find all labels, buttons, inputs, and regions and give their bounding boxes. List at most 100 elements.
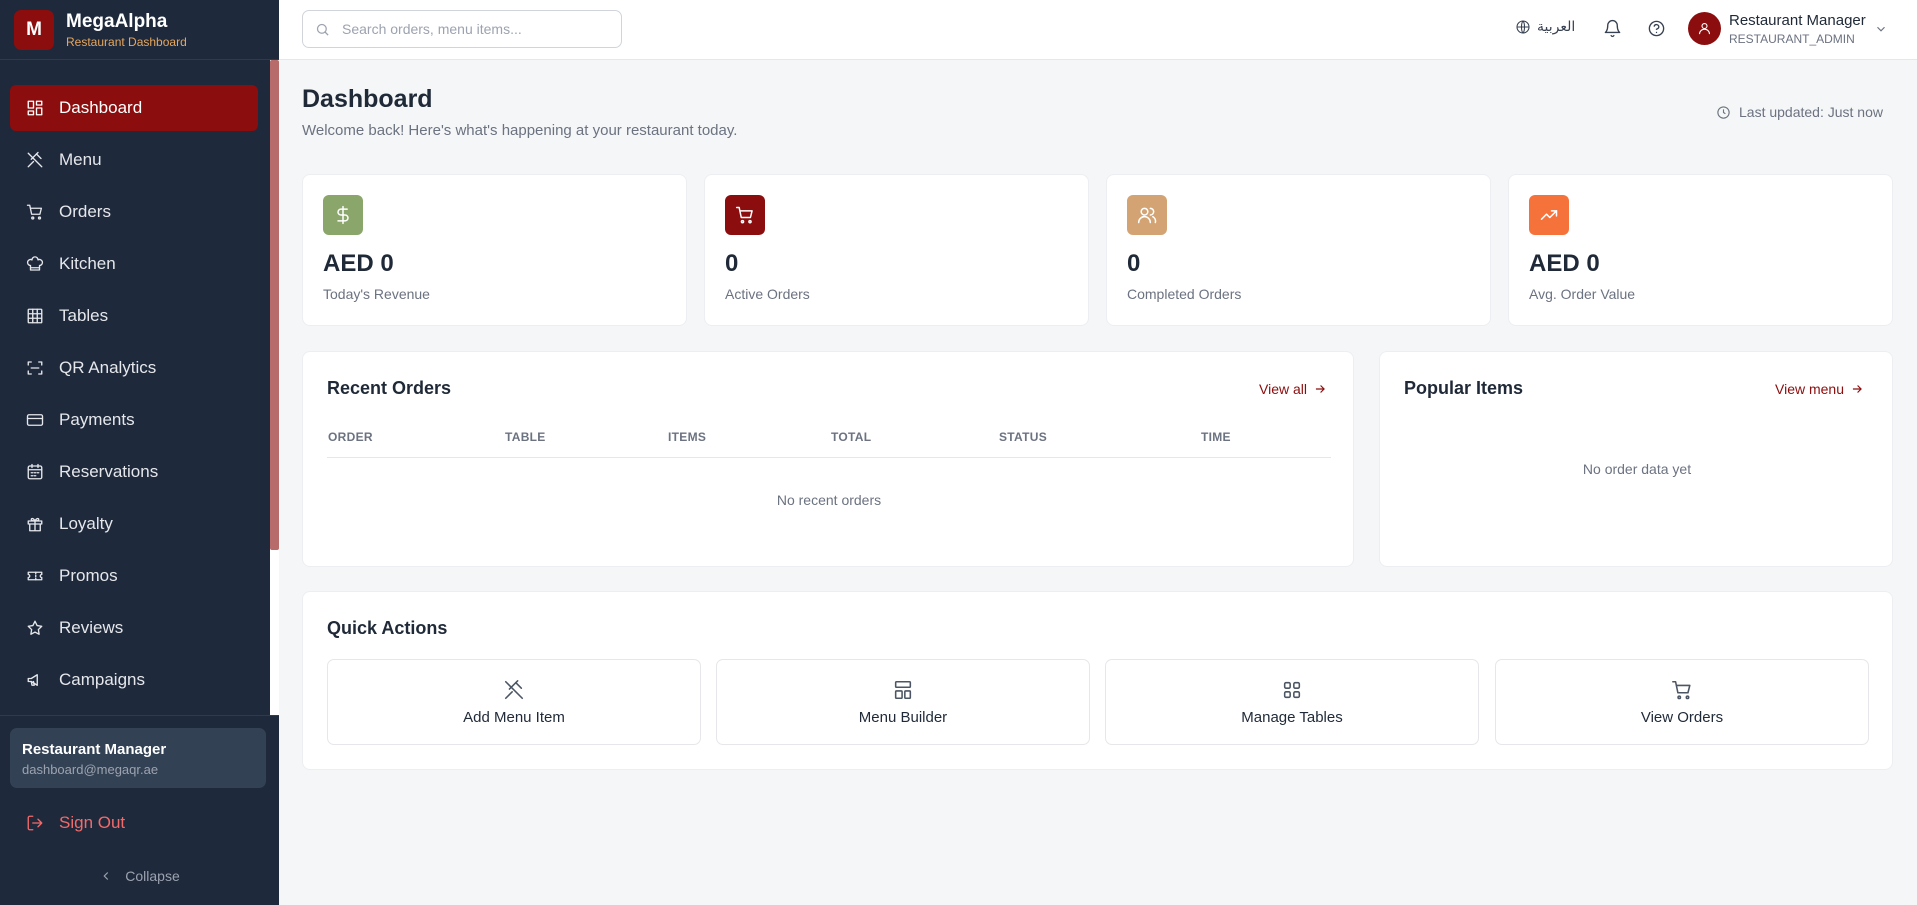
notifications-button[interactable] [1601,17,1623,39]
sign-out-icon [27,815,43,831]
add-menu-item-button[interactable]: Add Menu Item [327,659,701,745]
table-header-divider [327,457,1331,458]
language-switcher[interactable]: العربية [1515,18,1575,35]
column-header-total[interactable]: TOTAL [831,430,871,444]
sidebar-user-email: dashboard@megaqr.ae [22,762,159,777]
sidebar-scrollbar-thumb[interactable] [270,60,279,550]
sign-out-button[interactable]: Sign Out [26,813,125,833]
stat-label: Avg. Order Value [1529,286,1636,302]
cart-icon [735,206,753,224]
sidebar-item-label: Payments [59,410,135,429]
sidebar-item-reservations[interactable]: Reservations [10,449,258,495]
user-menu-role: RESTAURANT_ADMIN [1729,32,1855,46]
arrow-right-icon [1315,385,1325,393]
help-button[interactable] [1645,17,1667,39]
sidebar-nav: Dashboard Menu Orders Kitchen Tables QR … [0,60,270,715]
cart-icon [1672,680,1691,699]
sidebar-item-dashboard[interactable]: Dashboard [10,85,258,131]
sidebar-divider [0,715,279,716]
search-input[interactable] [342,21,612,37]
brand-text: MegaAlpha Restaurant Dashboard [66,11,187,49]
stat-value: 0 [725,250,739,277]
stat-card-active-orders: 0 Active Orders [704,174,1089,326]
stat-card-completed-orders: 0 Completed Orders [1106,174,1491,326]
table-grid-icon [26,307,44,325]
arrow-right-icon [1852,385,1862,393]
sidebar-item-loyalty[interactable]: Loyalty [10,501,258,547]
menu-builder-button[interactable]: Menu Builder [716,659,1090,745]
view-orders-button[interactable]: View Orders [1495,659,1869,745]
cart-icon [26,203,44,221]
sidebar-item-label: Reservations [59,462,159,481]
sidebar-item-qr-analytics[interactable]: QR Analytics [10,345,258,391]
last-updated: Last updated: Just now [1716,104,1883,120]
column-header-table[interactable]: TABLE [505,430,546,444]
sidebar-user-card: Restaurant Manager dashboard@megaqr.ae [10,728,266,788]
column-header-time[interactable]: TIME [1201,430,1231,444]
page-title: Dashboard [302,85,433,113]
sidebar-item-tables[interactable]: Tables [10,293,258,339]
user-menu-toggle[interactable] [1874,22,1888,41]
stat-icon-box [725,195,765,235]
chevron-left-icon [103,872,109,880]
stat-label: Completed Orders [1127,286,1242,302]
quick-actions-title: Quick Actions [327,618,448,638]
view-all-label: View all [1259,381,1307,397]
bell-icon [1604,19,1620,37]
sidebar-item-menu[interactable]: Menu [10,137,258,183]
grid-icon [1283,681,1301,698]
quick-action-label: Menu Builder [858,708,948,726]
avatar[interactable] [1688,12,1721,45]
sidebar-item-payments[interactable]: Payments [10,397,258,443]
quick-action-label: Manage Tables [1241,708,1343,726]
popular-items-title: Popular Items [1404,378,1524,398]
collapse-button[interactable]: Collapse [0,868,279,884]
popular-items-panel: Popular Items View menu No order data ye… [1379,351,1893,567]
view-menu-link[interactable]: View menu [1775,381,1864,397]
view-all-link[interactable]: View all [1259,381,1327,397]
chevron-down-icon [1877,26,1885,32]
sidebar-item-label: Orders [59,202,111,221]
stat-icon-box [1127,195,1167,235]
sidebar-item-label: Menu [59,150,102,169]
sidebar-item-label: Tables [59,306,109,325]
column-header-items[interactable]: ITEMS [668,430,706,444]
stat-icon-box [323,195,363,235]
sidebar-item-promos[interactable]: Promos [10,553,258,599]
sidebar-item-orders[interactable]: Orders [10,189,258,235]
stat-value: AED 0 [1529,250,1600,277]
stat-card-avg-order-value: AED 0 Avg. Order Value [1508,174,1893,326]
stat-icon-box [1529,195,1569,235]
utensils-icon [26,151,44,169]
manage-tables-button[interactable]: Manage Tables [1105,659,1479,745]
globe-icon [1516,19,1530,34]
sidebar-item-reviews[interactable]: Reviews [10,605,258,651]
collapse-label: Collapse [125,868,180,884]
brand-name: MegaAlpha [66,10,168,32]
help-icon [1648,20,1664,36]
topbar: العربية Restaurant Manager RESTAURANT_AD… [279,0,1917,60]
stat-label: Active Orders [725,286,810,302]
column-header-status[interactable]: STATUS [999,430,1047,444]
users-icon [1137,207,1157,224]
sidebar-item-label: Promos [59,566,118,585]
user-menu-name: Restaurant Manager [1729,12,1866,29]
user-menu[interactable]: Restaurant Manager RESTAURANT_ADMIN [1729,12,1866,46]
user-icon [1698,22,1711,35]
search-icon [316,23,329,36]
qr-scan-icon [26,359,44,377]
brand[interactable]: M MegaAlpha Restaurant Dashboard [0,0,279,60]
layout-icon [894,680,912,699]
search-box[interactable] [302,10,622,48]
sidebar-item-kitchen[interactable]: Kitchen [10,241,258,287]
recent-orders-panel: Recent Orders View all ORDER TABLE ITEMS… [302,351,1354,567]
column-header-order[interactable]: ORDER [328,430,373,444]
sidebar-item-label: Campaigns [59,670,145,689]
last-updated-label: Last updated: Just now [1739,104,1883,120]
gift-icon [26,515,44,533]
sidebar-item-campaigns[interactable]: Campaigns [10,657,258,703]
stat-card-revenue: AED 0 Today's Revenue [302,174,687,326]
chef-hat-icon [26,255,44,273]
view-menu-label: View menu [1775,381,1845,397]
sidebar-user-name: Restaurant Manager [22,741,167,758]
